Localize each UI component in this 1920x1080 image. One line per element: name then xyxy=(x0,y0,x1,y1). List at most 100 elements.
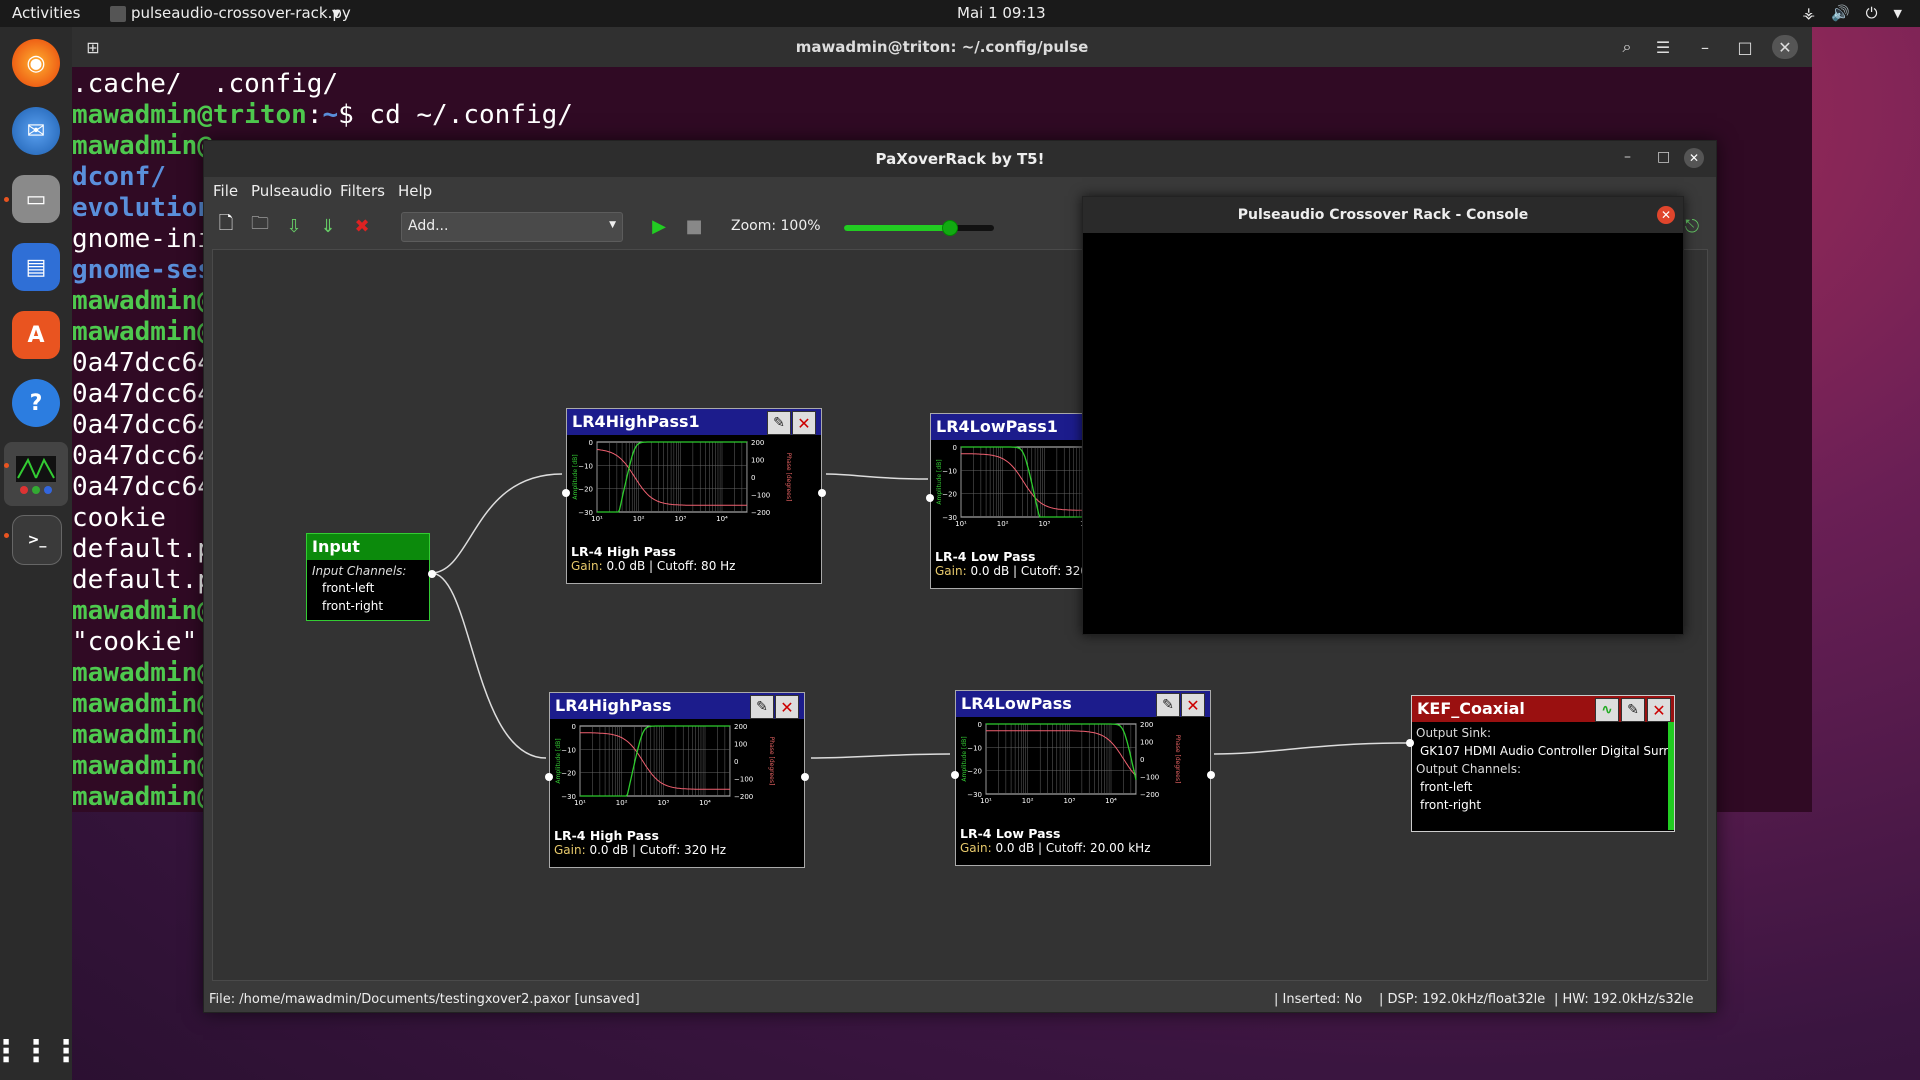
input-port[interactable] xyxy=(1406,739,1414,747)
zoom-slider[interactable] xyxy=(844,220,994,236)
output-port[interactable] xyxy=(428,570,436,578)
save-icon[interactable]: ⇩ xyxy=(284,216,304,237)
files-icon[interactable]: ▭ xyxy=(12,175,60,223)
maximize-icon[interactable]: □ xyxy=(1732,35,1758,59)
search-icon[interactable]: ⌕ xyxy=(1614,35,1640,59)
output-port[interactable] xyxy=(1207,771,1215,779)
phase-tick-label: 100 xyxy=(1140,739,1153,747)
terminal-title: mawadmin@triton: ~/.config/pulse xyxy=(795,38,1089,56)
open-folder-icon[interactable]: 🗀 xyxy=(250,213,270,236)
output-port[interactable] xyxy=(818,489,826,497)
chevron-down-icon[interactable]: ▼ xyxy=(1894,4,1902,22)
plot-frame xyxy=(579,725,731,797)
x-tick-label: 10³ xyxy=(674,515,686,523)
waveform-icon[interactable]: ∿ xyxy=(1595,698,1619,722)
input-port[interactable] xyxy=(951,771,959,779)
activities-button[interactable]: Activities xyxy=(12,4,80,22)
edit-pencil-icon[interactable]: ✎ xyxy=(1156,693,1180,717)
add-filter-select[interactable]: Add... ▼ xyxy=(401,212,623,242)
y-tick-label: −10 xyxy=(967,744,982,752)
help-icon[interactable]: ? xyxy=(12,379,60,427)
input-channel: front-left xyxy=(322,581,375,595)
network-icon[interactable]: ⚶ xyxy=(1802,4,1815,22)
dock: ◉ ✉ ▭ ▤ A ? >_ ⋮⋮⋮ xyxy=(0,27,81,1080)
software-icon[interactable]: A xyxy=(12,311,60,359)
input-channel: front-right xyxy=(322,599,384,613)
app-grid-icon[interactable]: ⋮⋮⋮ xyxy=(0,1027,81,1075)
firefox-icon[interactable]: ◉ xyxy=(12,39,60,87)
phase-tick-label: 100 xyxy=(734,741,747,749)
menu-file[interactable]: File xyxy=(213,182,238,200)
x-tick-label: 10² xyxy=(997,520,1009,528)
app-title: PaXoverRack by T5! xyxy=(875,150,1045,168)
menu-filters[interactable]: Filters xyxy=(340,182,385,200)
level-meter xyxy=(1668,722,1674,830)
x-tick-label: 10¹ xyxy=(980,797,992,805)
app-menu-button[interactable]: pulseaudio-crossover-rack.py xyxy=(131,4,351,22)
plot-frame xyxy=(985,723,1137,795)
lr4-lowpass-node[interactable]: LR4LowPass ✎ ✕ 0 −10 −20 −30 200 100 0 −100 −200… xyxy=(951,690,1215,866)
status-bar: File: /home/mawadmin/Documents/testingxo… xyxy=(204,989,1716,1011)
close-icon[interactable]: ✕ xyxy=(775,695,799,719)
volume-icon[interactable]: 🔊 xyxy=(1831,4,1850,22)
terminal-icon[interactable]: >_ xyxy=(12,515,62,565)
close-icon[interactable]: ✕ xyxy=(1647,698,1671,722)
maximize-icon[interactable]: □ xyxy=(1657,149,1670,165)
close-icon[interactable]: ✕ xyxy=(1181,693,1205,717)
x-tick-label: 10¹ xyxy=(574,799,586,807)
y-tick-label: −10 xyxy=(561,746,576,754)
kef-coaxial-output-node[interactable]: KEF_Coaxial ∿ ✎ ✕ Output Sink: GK107 HDM… xyxy=(1411,695,1675,832)
play-icon[interactable]: ▶ xyxy=(649,216,669,237)
terminal-line: mawadmin@triton:~$ cd ~/.config/ xyxy=(72,100,573,130)
y-tick-label: −10 xyxy=(942,467,957,475)
phase-tick-label: 0 xyxy=(751,474,755,482)
app-titlebar: PaXoverRack by T5! – □ ✕ xyxy=(204,141,1716,177)
status-dsp: | DSP: 192.0kHz/float32le xyxy=(1379,992,1546,1007)
close-icon[interactable]: ✕ xyxy=(792,411,816,435)
edit-pencil-icon[interactable]: ✎ xyxy=(767,411,791,435)
writer-icon[interactable]: ▤ xyxy=(12,243,60,291)
y-tick-label: 0 xyxy=(572,723,576,731)
minimize-icon[interactable]: – xyxy=(1624,149,1631,165)
lr4-highpass-node[interactable]: LR4HighPass ✎ ✕ 0 −10 −20 −30 200 100 0 −100 −20… xyxy=(545,692,809,868)
zoom-label: Zoom: 100% xyxy=(731,218,821,234)
output-sink-name: GK107 HDMI Audio Controller Digital Surr… xyxy=(1420,744,1675,758)
phase-tick-label: 200 xyxy=(751,439,764,447)
exit-icon[interactable]: ⎋ xyxy=(1682,216,1702,237)
new-file-icon[interactable]: 🗋 xyxy=(216,213,236,236)
y-tick-label: −20 xyxy=(561,770,576,778)
input-node-header[interactable]: Input xyxy=(307,534,429,560)
status-hw: | HW: 192.0kHz/s32le xyxy=(1554,992,1694,1007)
y-tick-label: 0 xyxy=(589,439,593,447)
edit-pencil-icon[interactable]: ✎ xyxy=(1621,698,1645,722)
console-title: Pulseaudio Crossover Rack - Console xyxy=(1237,207,1529,223)
stop-icon[interactable]: ■ xyxy=(684,216,704,237)
output-channel: front-left xyxy=(1420,780,1473,794)
zoom-slider-handle[interactable] xyxy=(942,220,958,236)
lr4-highpass1-node[interactable]: LR4HighPass1 ✎ ✕ 0 −10 −20 −30 200 100 0 −100 −2… xyxy=(562,408,826,584)
close-icon[interactable]: ✕ xyxy=(1772,35,1798,59)
power-icon[interactable]: ⏻ xyxy=(1866,4,1878,22)
delete-icon[interactable]: ✖ xyxy=(352,216,372,237)
close-icon[interactable]: ✕ xyxy=(1657,206,1675,224)
x-tick-label: 10² xyxy=(633,515,645,523)
input-port[interactable] xyxy=(926,494,934,502)
minimize-icon[interactable]: – xyxy=(1692,35,1718,59)
console-output[interactable] xyxy=(1083,233,1683,634)
crossover-rack-icon[interactable] xyxy=(4,442,68,506)
thunderbird-icon[interactable]: ✉ xyxy=(12,107,60,155)
hamburger-menu-icon[interactable]: ☰ xyxy=(1650,35,1676,59)
menu-pulseaudio[interactable]: Pulseaudio xyxy=(251,182,332,200)
input-port[interactable] xyxy=(545,773,553,781)
clock[interactable]: Mai 1 09:13 xyxy=(957,4,1046,22)
close-icon[interactable]: ✕ xyxy=(1684,148,1704,168)
save-as-icon[interactable]: ⇓ xyxy=(318,216,338,237)
output-port[interactable] xyxy=(801,773,809,781)
amplitude-axis-label: Amplitude [dB] xyxy=(572,454,579,499)
menu-help[interactable]: Help xyxy=(398,182,432,200)
y-tick-label: 0 xyxy=(953,444,957,452)
input-node[interactable]: Input Input Channels: front-left front-r… xyxy=(306,533,436,621)
input-port[interactable] xyxy=(562,489,570,497)
frequency-response-plot: 0−10−20−302001000−100−20010¹10²10³10⁴Amp… xyxy=(956,718,1210,824)
edit-pencil-icon[interactable]: ✎ xyxy=(750,695,774,719)
